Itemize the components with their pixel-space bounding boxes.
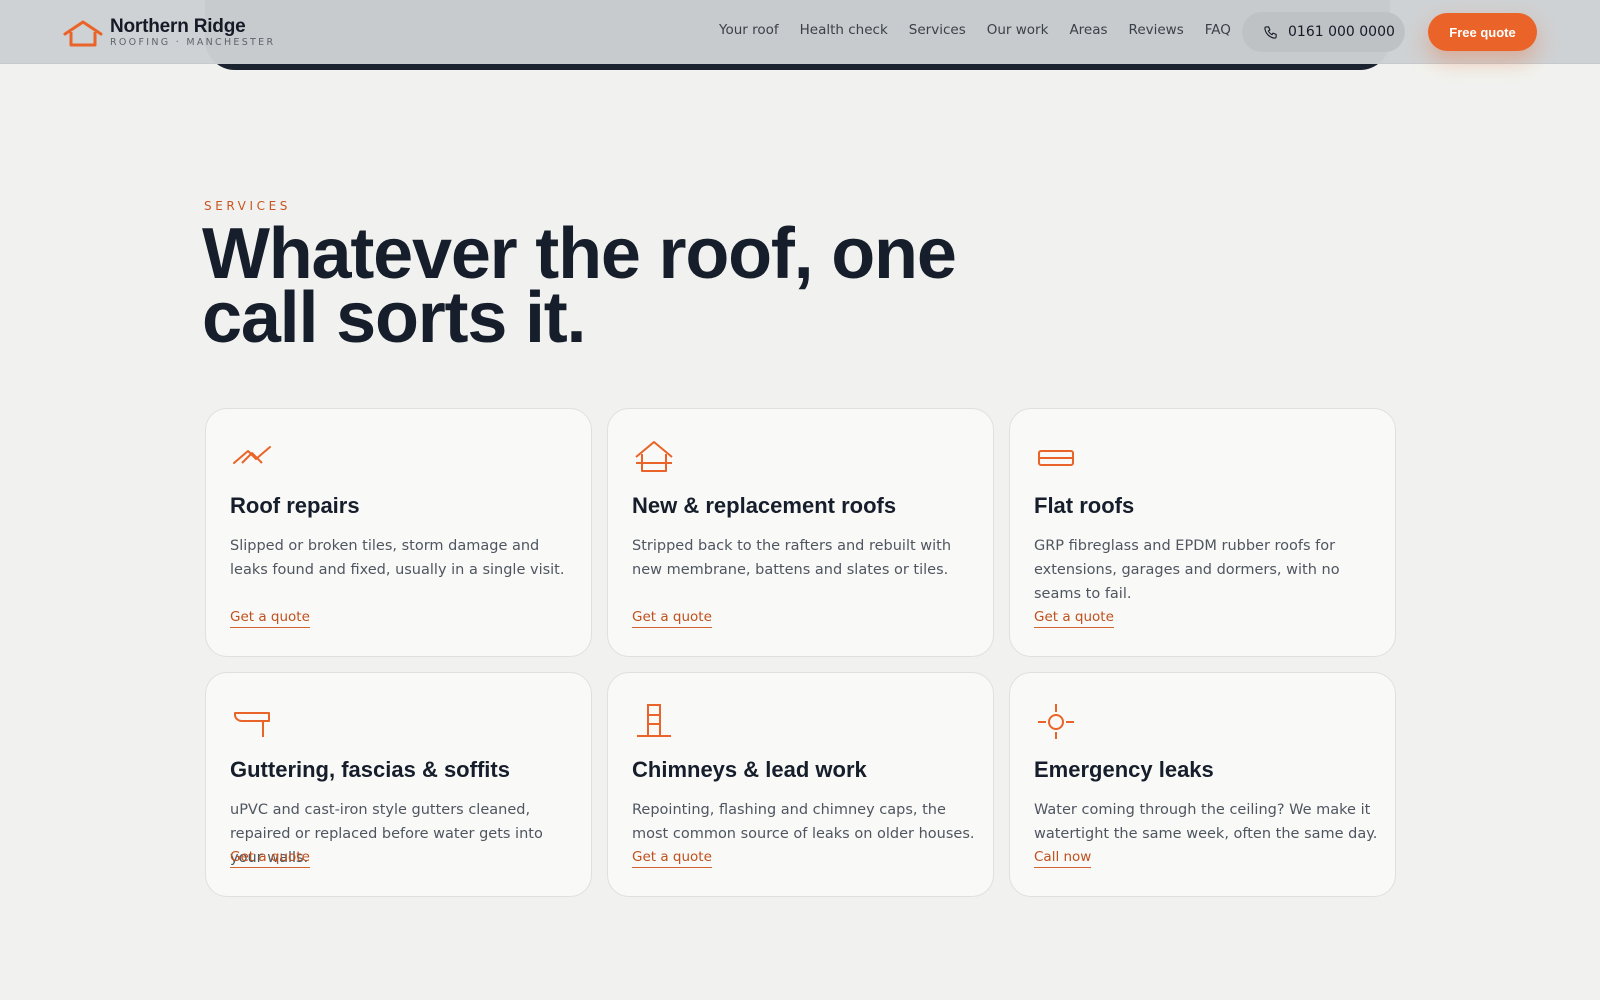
section-title: Whatever the roof, one call sorts it. — [202, 218, 1002, 354]
service-card-emergency: Emergency leaks Water coming through the… — [1009, 672, 1396, 897]
service-title: Chimneys & lead work — [632, 757, 867, 782]
call-now-link[interactable]: Call now — [1034, 849, 1092, 868]
brand-tagline: ROOFING · MANCHESTER — [110, 37, 276, 48]
phone-icon — [1264, 25, 1277, 39]
service-title: New & replacement roofs — [632, 493, 897, 518]
flat-roof-icon — [1038, 450, 1074, 466]
nav-reviews[interactable]: Reviews — [1129, 22, 1184, 38]
chimney-icon — [637, 704, 671, 737]
house-logo-icon — [63, 20, 103, 47]
brand-name: Northern Ridge — [110, 16, 246, 37]
section-eyebrow: SERVICES — [204, 199, 292, 213]
service-card-guttering: Guttering, fascias & soffits uPVC and ca… — [205, 672, 592, 897]
nav-areas[interactable]: Areas — [1069, 22, 1107, 38]
service-description: Water coming through the ceiling? We mak… — [1034, 802, 1378, 842]
roof-repair-icon — [233, 446, 271, 464]
emergency-leak-icon — [1038, 704, 1074, 739]
get-quote-link[interactable]: Get a quote — [230, 849, 310, 868]
section-title-line-2: call sorts it. — [202, 278, 587, 358]
nav-faq[interactable]: FAQ — [1205, 22, 1231, 38]
nav-your-roof[interactable]: Your roof — [719, 22, 779, 38]
house-icon — [635, 441, 673, 472]
nav-our-work[interactable]: Our work — [987, 22, 1049, 38]
get-quote-link[interactable]: Get a quote — [632, 849, 712, 868]
service-description: Stripped back to the rafters and rebuilt… — [632, 538, 952, 578]
brand-logo[interactable]: Northern Ridge ROOFING · MANCHESTER — [63, 17, 275, 49]
service-description: GRP fibreglass and EPDM rubber roofs for… — [1034, 538, 1340, 602]
service-title: Flat roofs — [1034, 493, 1135, 518]
get-quote-link[interactable]: Get a quote — [632, 609, 712, 628]
nav-health-check[interactable]: Health check — [800, 22, 888, 38]
service-title: Roof repairs — [230, 493, 360, 518]
phone-button[interactable]: 0161 000 0000 — [1242, 12, 1405, 52]
service-title: Emergency leaks — [1034, 757, 1214, 782]
gutter-icon — [234, 712, 270, 737]
nav-services[interactable]: Services — [909, 22, 966, 38]
service-title: Guttering, fascias & soffits — [230, 757, 510, 782]
main-nav: Your roof Health check Services Our work… — [719, 22, 1252, 38]
get-quote-link[interactable]: Get a quote — [1034, 609, 1114, 628]
service-description: Repointing, flashing and chimney caps, t… — [632, 802, 975, 842]
service-card-roof-repairs: Roof repairs Slipped or broken tiles, st… — [205, 408, 592, 657]
service-card-flat-roofs: Flat roofs GRP fibreglass and EPDM rubbe… — [1009, 408, 1396, 657]
site-header: Northern Ridge ROOFING · MANCHESTER Your… — [0, 0, 1600, 64]
service-card-chimneys: Chimneys & lead work Repointing, flashin… — [607, 672, 994, 897]
service-description: Slipped or broken tiles, storm damage an… — [230, 538, 565, 578]
phone-number: 0161 000 0000 — [1288, 24, 1395, 40]
free-quote-button[interactable]: Free quote — [1428, 13, 1537, 51]
service-card-new-roofs: New & replacement roofs Stripped back to… — [607, 408, 994, 657]
get-quote-link[interactable]: Get a quote — [230, 609, 310, 628]
